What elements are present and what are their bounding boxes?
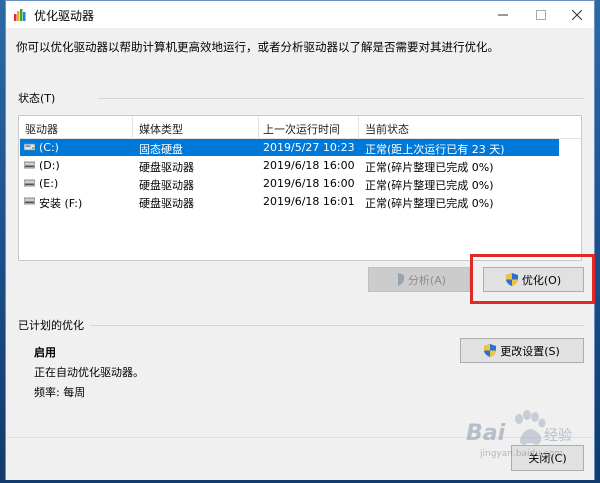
minimize-button[interactable] <box>484 1 522 28</box>
close-window-button[interactable] <box>558 1 596 28</box>
hard-drive-icon <box>24 197 35 205</box>
ssd-drive-icon <box>24 143 35 151</box>
change-settings-label: 更改设置(S) <box>500 344 560 358</box>
drive-name: 安装 (F:) <box>39 197 83 210</box>
column-separator <box>258 116 259 138</box>
intro-text: 你可以优化驱动器以帮助计算机更高效地运行，或者分析驱动器以了解是否需要对其进行优… <box>16 40 499 54</box>
change-settings-button[interactable]: 更改设置(S) <box>460 338 584 363</box>
drive-list-header: 驱动器 媒体类型 上一次运行时间 当前状态 <box>19 116 581 139</box>
schedule-frequency: 频率: 每周 <box>34 386 86 399</box>
column-header-status[interactable]: 当前状态 <box>365 121 409 137</box>
uac-shield-icon <box>391 273 404 286</box>
watermark-suffix: 经验 <box>544 428 572 444</box>
column-header-last-run[interactable]: 上一次运行时间 <box>263 121 340 137</box>
last-run-time: 2019/5/27 10:23 <box>263 141 355 154</box>
schedule-detail: 正在自动优化驱动器。 <box>34 366 144 379</box>
column-header-media[interactable]: 媒体类型 <box>139 121 183 137</box>
drive-name: (E:) <box>39 177 59 190</box>
column-header-drive[interactable]: 驱动器 <box>25 121 58 137</box>
drive-name: (C:) <box>39 141 59 154</box>
scheduled-section-label: 已计划的优化 <box>18 319 84 332</box>
minimize-icon <box>498 14 508 15</box>
baidu-watermark: Bai 经验 jingyan.baidu.com <box>462 405 572 465</box>
last-run-time: 2019/6/18 16:00 <box>263 177 355 190</box>
current-status: 正常(距上次运行已有 23 天) <box>365 143 505 156</box>
highlight-annotation <box>470 254 595 304</box>
drive-row-d[interactable]: (D:) 硬盘驱动器 2019/6/18 16:00 正常(碎片整理已完成 0%… <box>20 157 559 174</box>
media-type: 硬盘驱动器 <box>139 179 194 192</box>
status-section-label: 状态(T) <box>18 92 56 105</box>
window-title: 优化驱动器 <box>34 9 95 23</box>
drive-list[interactable]: 驱动器 媒体类型 上一次运行时间 当前状态 (C:) 固态硬盘 2019/5/2… <box>18 115 582 261</box>
maximize-icon <box>536 9 546 20</box>
media-type: 硬盘驱动器 <box>139 197 194 210</box>
watermark-brand: Bai <box>466 421 506 446</box>
schedule-state: 启用 <box>34 346 56 359</box>
current-status: 正常(碎片整理已完成 0%) <box>365 179 494 192</box>
current-status: 正常(碎片整理已完成 0%) <box>365 161 494 174</box>
drive-row-c[interactable]: (C:) 固态硬盘 2019/5/27 10:23 正常(距上次运行已有 23 … <box>20 139 559 156</box>
uac-shield-icon <box>484 344 497 357</box>
column-separator <box>358 116 359 138</box>
scheduled-divider <box>90 325 584 326</box>
close-icon <box>572 9 582 20</box>
analyze-button[interactable]: 分析(A) <box>368 267 470 292</box>
last-run-time: 2019/6/18 16:00 <box>263 159 355 172</box>
status-divider <box>98 98 584 99</box>
hard-drive-icon <box>24 161 35 169</box>
last-run-time: 2019/6/18 16:01 <box>263 195 355 208</box>
current-status: 正常(碎片整理已完成 0%) <box>365 197 494 210</box>
analyze-label: 分析(A) <box>407 273 447 287</box>
maximize-button[interactable] <box>522 1 560 28</box>
media-type: 固态硬盘 <box>139 143 183 156</box>
media-type: 硬盘驱动器 <box>139 161 194 174</box>
title-bar[interactable]: 优化驱动器 <box>6 1 594 28</box>
defrag-app-icon <box>14 9 26 21</box>
hard-drive-icon <box>24 179 35 187</box>
drive-row-e[interactable]: (E:) 硬盘驱动器 2019/6/18 16:00 正常(碎片整理已完成 0%… <box>20 175 559 192</box>
drive-name: (D:) <box>39 159 60 172</box>
drive-row-f[interactable]: 安装 (F:) 硬盘驱动器 2019/6/18 16:01 正常(碎片整理已完成… <box>20 193 559 210</box>
column-separator <box>132 116 133 138</box>
watermark-url: jingyan.baidu.com <box>480 449 564 459</box>
